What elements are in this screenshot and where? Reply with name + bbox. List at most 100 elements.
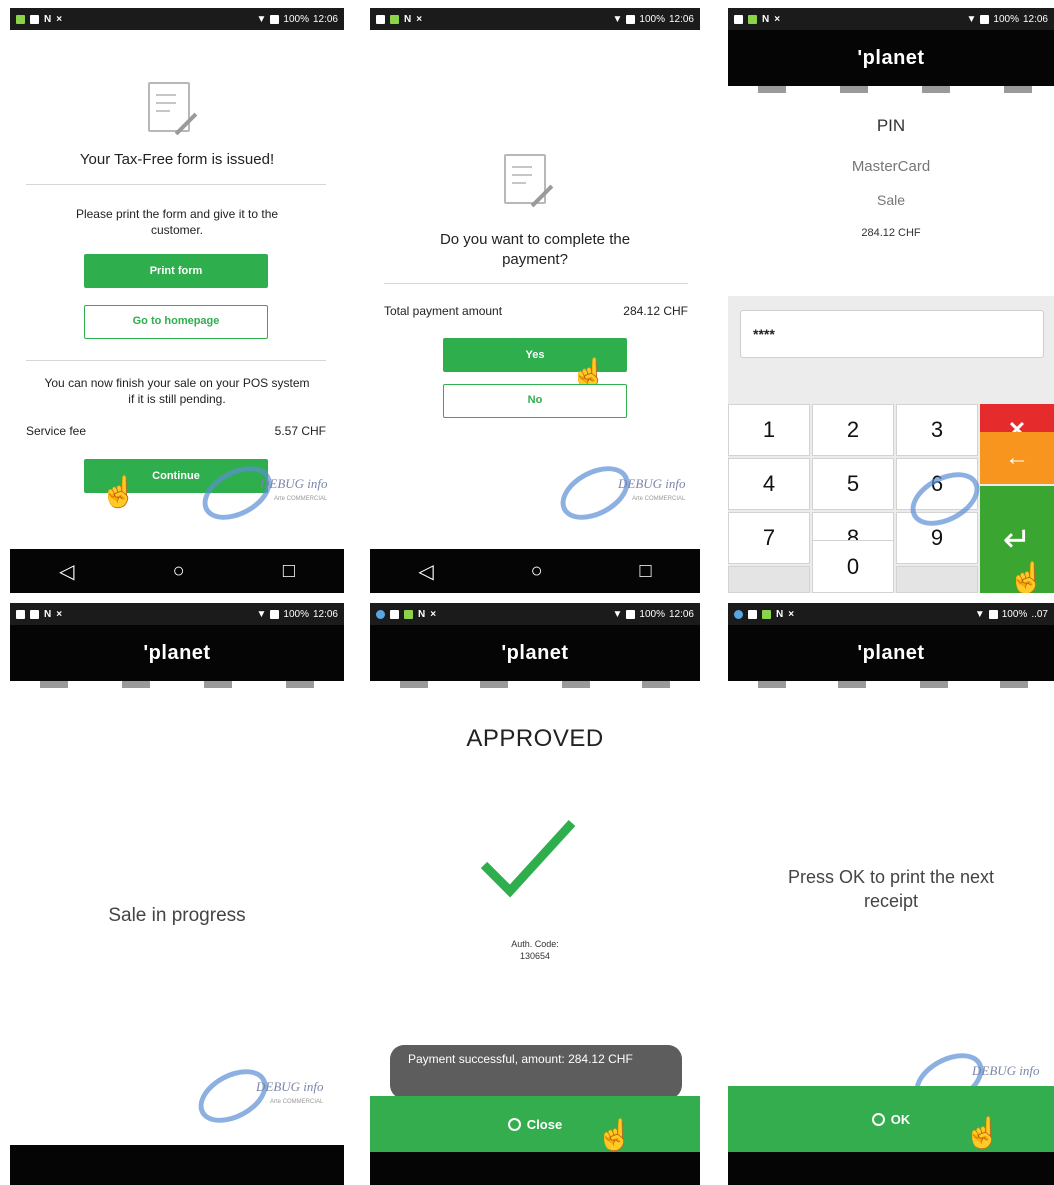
android-nav-bar: ◁ ○ □ bbox=[10, 549, 344, 593]
total-payment-label: Total payment amount bbox=[384, 304, 503, 318]
android-nav-bar: ◁ ○ □ bbox=[370, 549, 700, 593]
sale-in-progress-text: Sale in progress bbox=[108, 905, 246, 926]
divider bbox=[384, 283, 688, 284]
battery-percent: 100% bbox=[283, 608, 309, 620]
approved-title: APPROVED bbox=[466, 725, 604, 752]
nfc-icon: N bbox=[418, 608, 426, 620]
status-bar: N × ▼ 100% 12:06 bbox=[10, 8, 344, 30]
watermark-subtext: Arte COMMERCIAL bbox=[274, 496, 328, 502]
tap-hand-icon: ☝ bbox=[1008, 562, 1046, 594]
service-fee-label: Service fee bbox=[26, 424, 87, 438]
watermark-subtext: Arte COMMERCIAL bbox=[270, 1099, 324, 1105]
pin-input-field[interactable]: **** bbox=[740, 310, 1044, 358]
nav-home-icon[interactable]: ○ bbox=[173, 560, 185, 583]
notification-icon bbox=[30, 609, 39, 619]
battery-status-icon bbox=[748, 14, 757, 24]
wifi-icon: ▼ bbox=[974, 608, 985, 620]
printer-icon bbox=[376, 609, 385, 619]
screen-complete-payment: N × ▼ 100% 12:06 Do you want to complete th… bbox=[370, 8, 700, 593]
watermark-text: DEBUG info bbox=[972, 1063, 1040, 1078]
key-3[interactable]: 3 bbox=[896, 404, 978, 456]
wifi-icon: ▼ bbox=[966, 13, 977, 25]
key-blank-right bbox=[896, 566, 978, 593]
status-bar: N × ▼ 100% 12:06 bbox=[728, 8, 1054, 30]
battery-icon bbox=[270, 609, 280, 619]
key-5[interactable]: 5 bbox=[812, 458, 894, 510]
auth-code-value: 130654 bbox=[519, 951, 551, 961]
tap-hand-icon: ☝ bbox=[964, 1117, 1002, 1150]
wifi-icon: ▼ bbox=[612, 13, 623, 25]
circle-icon bbox=[871, 1112, 885, 1126]
nav-back-icon[interactable]: ◁ bbox=[418, 559, 433, 584]
nfc-icon: N bbox=[44, 13, 52, 25]
print-form-button[interactable]: Print form bbox=[84, 254, 268, 288]
key-7[interactable]: 7 bbox=[728, 512, 810, 564]
key-1[interactable]: 1 bbox=[728, 404, 810, 456]
clock: 12:06 bbox=[668, 13, 694, 25]
wifi-icon: ▼ bbox=[612, 608, 623, 620]
brand-bar-ticks bbox=[728, 86, 1054, 94]
planet-brand-bar: 'planet bbox=[728, 625, 1054, 681]
notification-icon bbox=[748, 609, 757, 619]
signal-off-icon: × bbox=[430, 608, 437, 620]
planet-brand-bar: 'planet bbox=[370, 625, 700, 681]
nav-back-icon[interactable]: ◁ bbox=[59, 559, 74, 584]
tap-hand-icon: ☝ bbox=[100, 476, 138, 509]
clock: 12:06 bbox=[312, 608, 338, 620]
service-fee-value: 5.57 CHF bbox=[274, 424, 326, 438]
nav-home-icon[interactable]: ○ bbox=[531, 560, 543, 583]
close-button-label: Close bbox=[526, 1116, 563, 1132]
key-0[interactable]: 0 bbox=[812, 540, 894, 593]
ok-button[interactable]: OK bbox=[728, 1086, 1054, 1152]
notification-icon bbox=[734, 14, 743, 24]
transaction-type: Sale bbox=[876, 192, 906, 208]
battery-status-icon bbox=[390, 14, 399, 24]
key-2[interactable]: 2 bbox=[812, 404, 894, 456]
confirm-payment-question: Do you want to complete the payment? bbox=[439, 231, 631, 268]
battery-icon bbox=[626, 14, 636, 24]
key-4[interactable]: 4 bbox=[728, 458, 810, 510]
status-bar: N × ▼ 100% ..07 bbox=[728, 603, 1054, 625]
card-type: MasterCard bbox=[851, 158, 931, 175]
total-payment-value: 284.12 CHF bbox=[623, 304, 688, 318]
nav-recent-icon[interactable]: □ bbox=[283, 560, 295, 583]
notification-icon bbox=[30, 14, 39, 24]
bottom-bar bbox=[370, 1152, 700, 1185]
watermark bbox=[901, 461, 1048, 537]
payment-success-toast: Payment successful, amount: 284.12 CHF bbox=[390, 1045, 682, 1099]
no-button[interactable]: No bbox=[443, 384, 627, 418]
status-bar: N × ▼ 100% 12:06 bbox=[370, 8, 700, 30]
planet-brand-bar: 'planet bbox=[10, 625, 344, 681]
watermark: DEBUG info Arte COMMERCIAL bbox=[551, 455, 698, 531]
finish-sale-text: You can now finish your sale on your POS… bbox=[44, 376, 310, 406]
watermark: DEBUG info Arte COMMERCIAL bbox=[193, 455, 340, 531]
nav-recent-icon[interactable]: □ bbox=[639, 560, 651, 583]
battery-icon bbox=[270, 14, 280, 24]
watermark-logo-icon bbox=[193, 455, 281, 531]
signal-off-icon: × bbox=[56, 13, 63, 25]
signal-off-icon: × bbox=[416, 13, 423, 25]
battery-percent: 100% bbox=[283, 13, 309, 25]
signal-off-icon: × bbox=[56, 608, 63, 620]
battery-percent: 100% bbox=[993, 13, 1019, 25]
printer-icon bbox=[734, 609, 743, 619]
go-to-homepage-button[interactable]: Go to homepage bbox=[84, 305, 268, 339]
watermark-logo-icon bbox=[551, 455, 639, 531]
watermark-logo-icon bbox=[189, 1058, 277, 1134]
screen-sale-in-progress: N × ▼ 100% 12:06 'planet Sale in progress D… bbox=[10, 603, 344, 1185]
battery-percent: 100% bbox=[639, 13, 665, 25]
battery-status-icon bbox=[16, 14, 25, 24]
divider bbox=[26, 360, 326, 361]
screen-tax-free-issued: N × ▼ 100% 12:06 Your Tax-Free form is issu… bbox=[10, 8, 344, 593]
notification-icon bbox=[390, 609, 399, 619]
pin-title: PIN bbox=[876, 116, 906, 135]
wifi-icon: ▼ bbox=[256, 608, 267, 620]
document-edit-icon bbox=[504, 154, 554, 208]
clock: 12:06 bbox=[312, 13, 338, 25]
close-button[interactable]: Close bbox=[370, 1096, 700, 1152]
screen-approved: N × ▼ 100% 12:06 'planet APPROVED Auth. Cod… bbox=[370, 603, 700, 1185]
signal-off-icon: × bbox=[774, 13, 781, 25]
battery-percent: 100% bbox=[639, 608, 665, 620]
battery-status-icon bbox=[404, 609, 413, 619]
watermark-text: DEBUG info bbox=[260, 476, 328, 491]
